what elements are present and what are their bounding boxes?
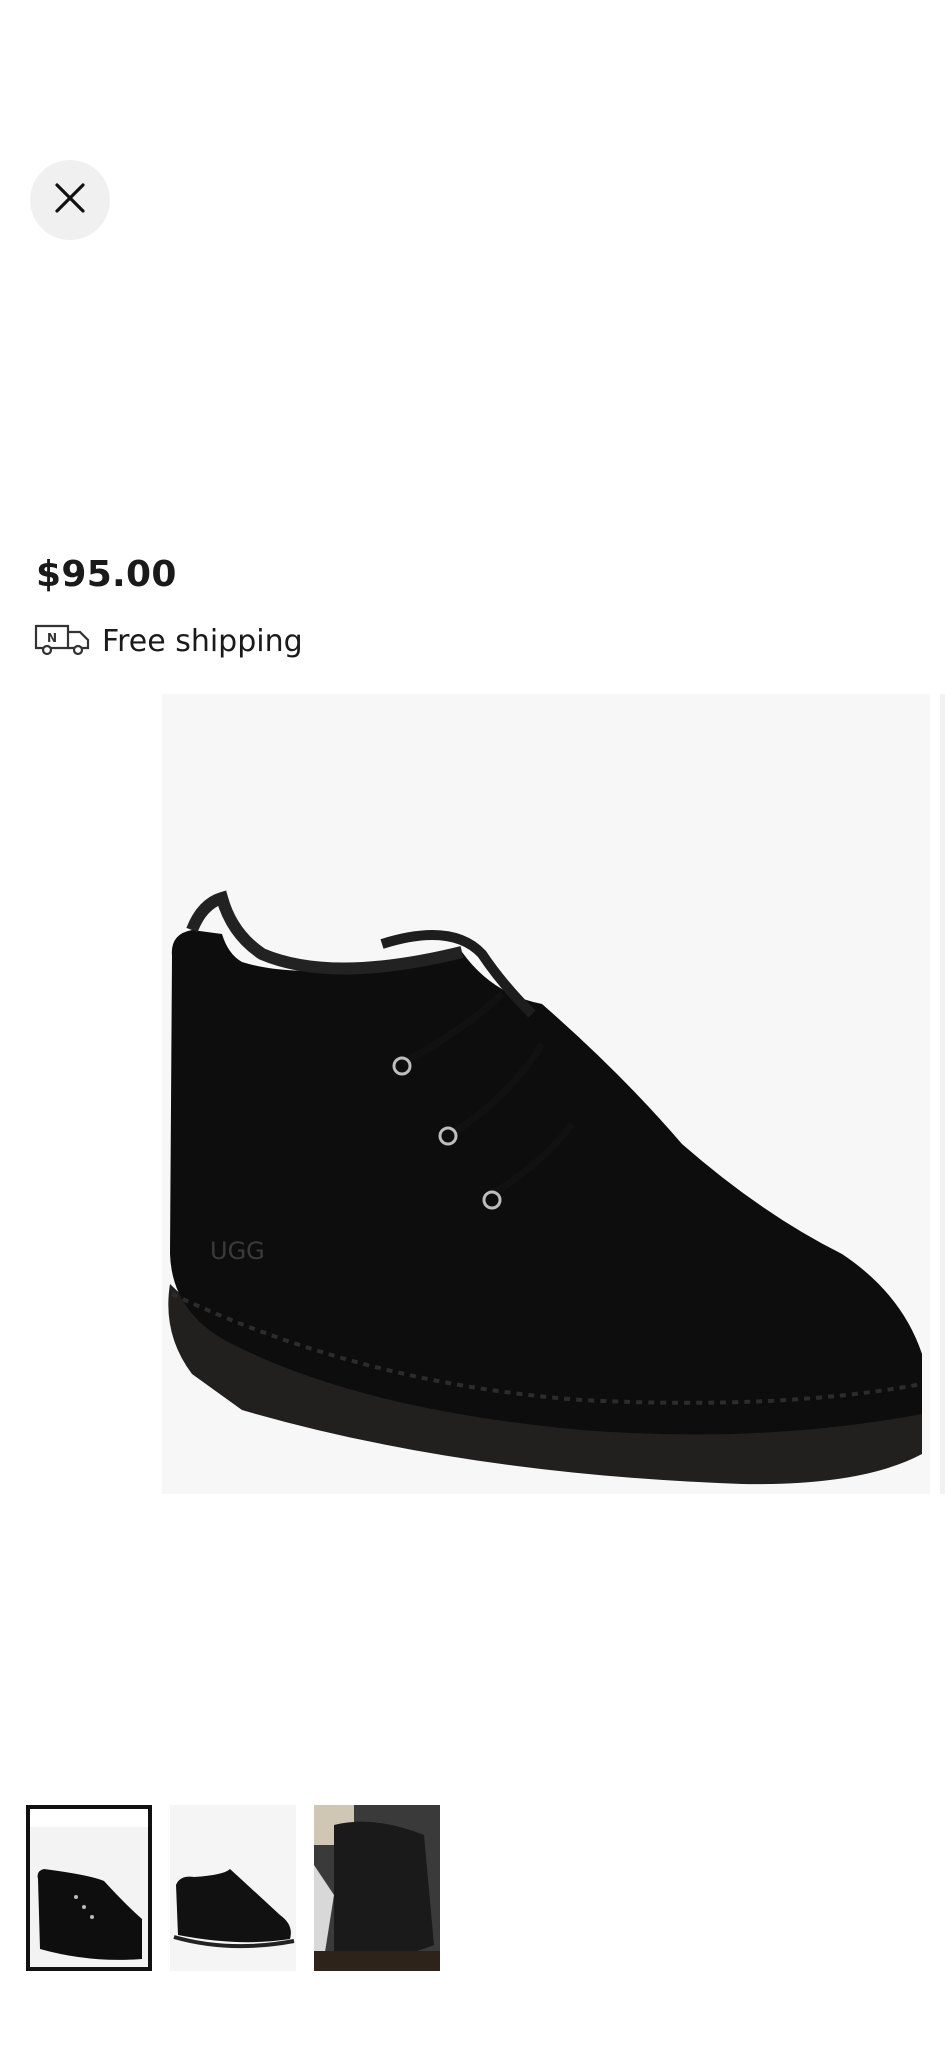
svg-text:UGG: UGG — [210, 1237, 265, 1265]
thumbnail-1[interactable] — [26, 1805, 152, 1971]
thumbnail-2[interactable] — [170, 1805, 296, 1971]
close-button[interactable] — [30, 160, 110, 240]
thumbnail-strip — [26, 1805, 440, 1971]
product-main-image[interactable]: UGG — [162, 694, 930, 1494]
shipping-text: Free shipping — [102, 623, 303, 659]
shipping-info: N Free shipping — [34, 622, 303, 660]
delivery-truck-icon: N — [34, 622, 90, 660]
svg-text:N: N — [47, 631, 57, 645]
product-price: $95.00 — [36, 554, 177, 595]
thumbnail-3[interactable] — [314, 1805, 440, 1971]
close-icon — [53, 181, 87, 219]
next-image-peek[interactable] — [940, 694, 945, 1494]
